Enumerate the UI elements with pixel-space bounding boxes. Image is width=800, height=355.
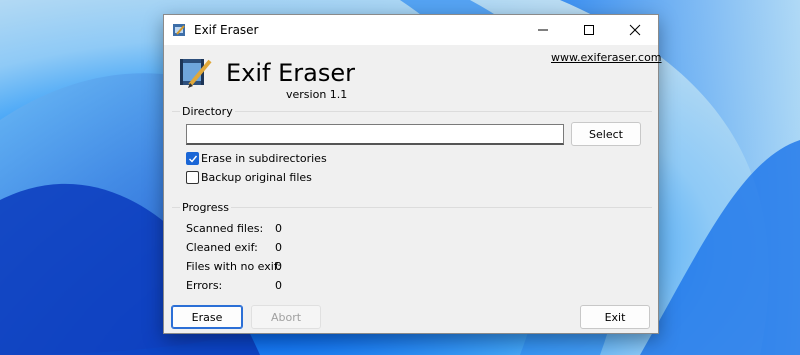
app-logo-icon: [180, 59, 212, 88]
app-icon: [173, 24, 185, 36]
checkmark-icon: [188, 155, 197, 163]
select-button[interactable]: Select: [571, 122, 641, 146]
exit-button[interactable]: Exit: [580, 305, 650, 329]
erase-subdirectories-option[interactable]: Erase in subdirectories: [186, 152, 327, 165]
maximize-button[interactable]: [566, 15, 612, 45]
close-button[interactable]: [612, 15, 658, 45]
errors-value: 0: [275, 279, 282, 292]
minimize-icon: [538, 29, 548, 31]
backup-original-label: Backup original files: [201, 171, 312, 184]
backup-original-option[interactable]: Backup original files: [186, 171, 312, 184]
app-name-heading: Exif Eraser: [226, 59, 355, 87]
website-link[interactable]: www.exiferaser.com: [551, 51, 662, 64]
directory-input[interactable]: [186, 124, 564, 145]
abort-button[interactable]: Abort: [251, 305, 321, 329]
window-title: Exif Eraser: [194, 23, 259, 37]
erase-subdirectories-label: Erase in subdirectories: [201, 152, 327, 165]
directory-group-label: Directory: [180, 105, 235, 118]
app-window: Exif Eraser Exif Eraser version 1.1 www.…: [163, 14, 662, 334]
version-label: version 1.1: [286, 88, 348, 101]
erase-subdirectories-checkbox[interactable]: [186, 152, 199, 165]
maximize-icon: [584, 25, 594, 35]
scanned-files-value: 0: [275, 222, 282, 235]
progress-group-label: Progress: [180, 201, 231, 214]
minimize-button[interactable]: [520, 15, 566, 45]
close-icon: [629, 24, 641, 36]
backup-original-checkbox[interactable]: [186, 171, 199, 184]
errors-label: Errors:: [186, 279, 223, 292]
cleaned-exif-value: 0: [275, 241, 282, 254]
no-exif-value: 0: [275, 260, 282, 273]
erase-button[interactable]: Erase: [171, 305, 243, 329]
cleaned-exif-label: Cleaned exif:: [186, 241, 258, 254]
no-exif-label: Files with no exif:: [186, 260, 281, 273]
title-bar[interactable]: Exif Eraser: [164, 15, 658, 45]
scanned-files-label: Scanned files:: [186, 222, 264, 235]
